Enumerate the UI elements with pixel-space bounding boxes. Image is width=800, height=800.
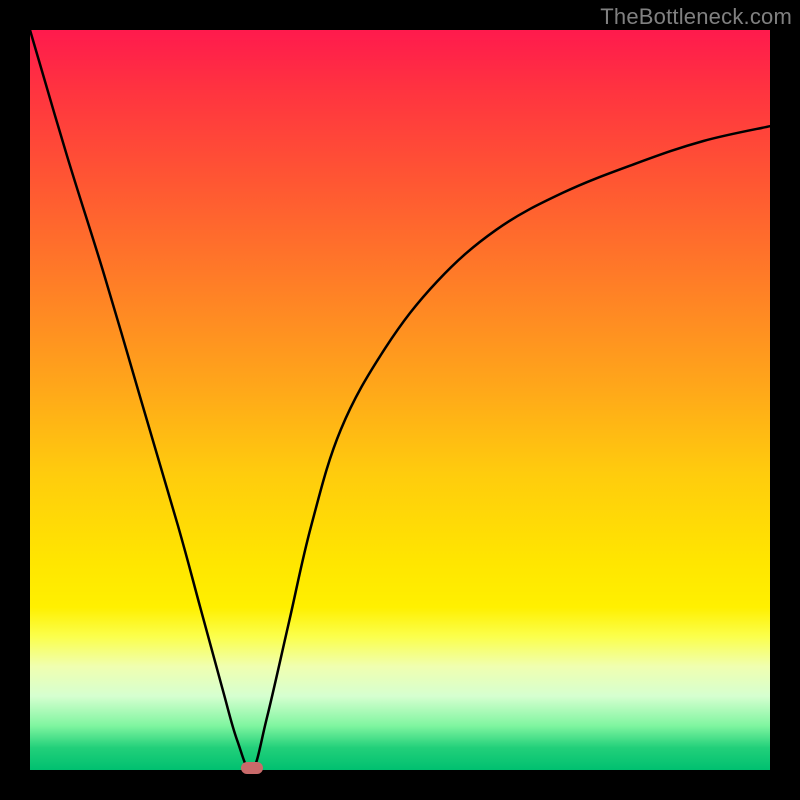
curve-path: [30, 30, 770, 771]
attribution-label: TheBottleneck.com: [600, 4, 792, 30]
bottleneck-curve: [30, 30, 770, 770]
min-marker: [241, 762, 263, 774]
chart-frame: TheBottleneck.com: [0, 0, 800, 800]
